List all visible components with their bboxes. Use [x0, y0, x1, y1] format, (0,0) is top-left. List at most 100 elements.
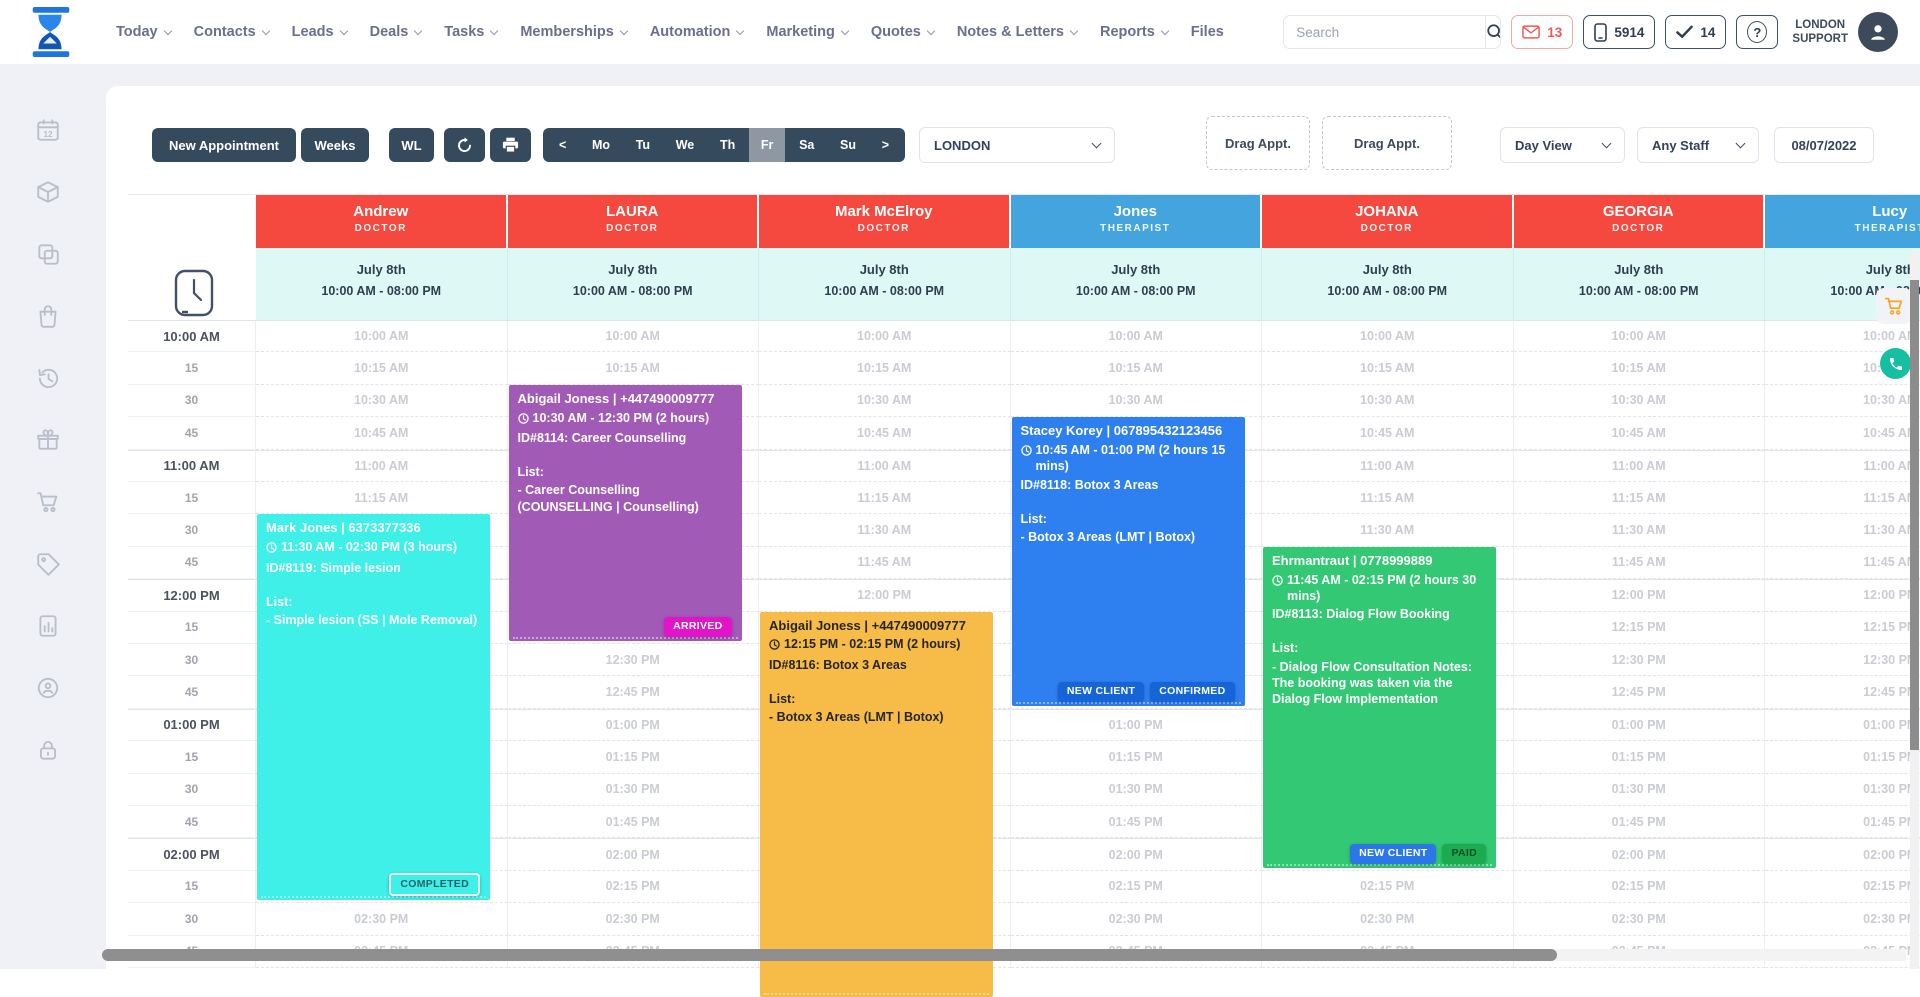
- nav-item-tasks[interactable]: Tasks: [444, 24, 497, 40]
- slot-cell[interactable]: 01:45 PM: [1011, 806, 1263, 838]
- slot-cell[interactable]: 10:45 AM: [1514, 417, 1766, 449]
- print-button[interactable]: [490, 128, 531, 162]
- appointment-block-5[interactable]: Ehrmantraut | 077899988911:45 AM - 02:15…: [1263, 547, 1496, 868]
- slot-cell[interactable]: 10:45 AM: [759, 417, 1011, 449]
- day-button-tu[interactable]: Tu: [624, 128, 662, 162]
- avatar[interactable]: [1858, 12, 1898, 52]
- slot-cell[interactable]: 10:00 AM: [1514, 320, 1766, 352]
- sidebar-lock-icon[interactable]: [35, 737, 61, 763]
- tasks-done-button[interactable]: 14: [1665, 15, 1726, 49]
- weeks-button[interactable]: Weeks: [301, 128, 369, 162]
- slot-cell[interactable]: 12:00 PM: [1514, 579, 1766, 611]
- slot-cell[interactable]: 01:45 PM: [1514, 806, 1766, 838]
- slot-cell[interactable]: 01:15 PM: [1765, 741, 1920, 773]
- next-day-button[interactable]: >: [870, 128, 901, 162]
- slot-cell[interactable]: 10:15 AM: [759, 352, 1011, 384]
- slot-cell[interactable]: 01:15 PM: [1514, 741, 1766, 773]
- nav-item-marketing[interactable]: Marketing: [766, 24, 848, 40]
- slot-cell[interactable]: 02:30 PM: [508, 903, 760, 935]
- day-button-th[interactable]: Th: [708, 128, 747, 162]
- slot-cell[interactable]: 10:45 AM: [1262, 417, 1514, 449]
- drag-appointment-slot-2[interactable]: Drag Appt.: [1322, 116, 1452, 170]
- date-input[interactable]: 08/07/2022: [1774, 127, 1874, 163]
- slot-cell[interactable]: 11:30 AM: [1765, 514, 1920, 546]
- slot-cell[interactable]: 11:00 AM: [1262, 450, 1514, 482]
- slot-cell[interactable]: 01:00 PM: [508, 709, 760, 741]
- new-appointment-button[interactable]: New Appointment: [152, 128, 296, 162]
- day-button-we[interactable]: We: [664, 128, 707, 162]
- sidebar-copy-icon[interactable]: [35, 241, 61, 267]
- slot-cell[interactable]: 02:15 PM: [508, 871, 760, 903]
- slot-cell[interactable]: 12:00 PM: [1765, 579, 1920, 611]
- horizontal-scrollbar-thumb[interactable]: [102, 949, 1557, 961]
- slot-cell[interactable]: 12:00 PM: [759, 579, 1011, 611]
- slot-cell[interactable]: 11:30 AM: [1262, 514, 1514, 546]
- slot-cell[interactable]: 11:45 AM: [1514, 547, 1766, 579]
- slot-cell[interactable]: 01:30 PM: [508, 774, 760, 806]
- slot-cell[interactable]: 10:30 AM: [759, 385, 1011, 417]
- appointment-block-2[interactable]: Abigail Joness | +44749000977710:30 AM -…: [509, 385, 742, 641]
- slot-cell[interactable]: 01:45 PM: [508, 806, 760, 838]
- slot-cell[interactable]: 01:45 PM: [1765, 806, 1920, 838]
- slot-cell[interactable]: 02:00 PM: [508, 838, 760, 870]
- slot-cell[interactable]: 11:00 AM: [759, 450, 1011, 482]
- slot-cell[interactable]: 10:30 AM: [1514, 385, 1766, 417]
- slot-cell[interactable]: 10:00 AM: [256, 320, 508, 352]
- sidebar-gift-icon[interactable]: [35, 427, 61, 453]
- slot-cell[interactable]: 10:30 AM: [1765, 385, 1920, 417]
- cart-button[interactable]: [1876, 288, 1912, 324]
- slot-cell[interactable]: 01:15 PM: [508, 741, 760, 773]
- slot-cell[interactable]: 02:15 PM: [1514, 871, 1766, 903]
- slot-cell[interactable]: 12:15 PM: [1514, 612, 1766, 644]
- slot-cell[interactable]: 12:30 PM: [1765, 644, 1920, 676]
- slot-cell[interactable]: 02:15 PM: [1011, 871, 1263, 903]
- app-logo[interactable]: [26, 7, 76, 57]
- slot-cell[interactable]: 10:30 AM: [1011, 385, 1263, 417]
- appointment-block-3[interactable]: Abigail Joness | +44749000977712:15 PM -…: [760, 612, 993, 997]
- nav-item-deals[interactable]: Deals: [370, 24, 422, 40]
- sidebar-tag-icon[interactable]: [35, 551, 61, 577]
- slot-cell[interactable]: 02:00 PM: [1765, 838, 1920, 870]
- help-button[interactable]: ?: [1736, 15, 1778, 49]
- slot-cell[interactable]: 10:00 AM: [759, 320, 1011, 352]
- slot-cell[interactable]: 02:15 PM: [1765, 871, 1920, 903]
- slot-cell[interactable]: 02:30 PM: [256, 903, 508, 935]
- slot-cell[interactable]: 10:00 AM: [508, 320, 760, 352]
- slot-cell[interactable]: 11:00 AM: [1765, 450, 1920, 482]
- slot-cell[interactable]: 11:45 AM: [1765, 547, 1920, 579]
- slot-cell[interactable]: 11:45 AM: [759, 547, 1011, 579]
- view-select[interactable]: Day View: [1500, 127, 1625, 163]
- sidebar-cart-icon[interactable]: [35, 489, 61, 515]
- day-button-fr[interactable]: Fr: [749, 128, 786, 162]
- nav-item-memberships[interactable]: Memberships: [520, 24, 626, 40]
- slot-cell[interactable]: 12:45 PM: [508, 676, 760, 708]
- slot-cell[interactable]: 10:30 AM: [256, 385, 508, 417]
- appointment-block-4[interactable]: Stacey Korey | 06789543212345610:45 AM -…: [1012, 417, 1245, 706]
- nav-item-files[interactable]: Files: [1191, 24, 1224, 40]
- slot-cell[interactable]: 10:30 AM: [1262, 385, 1514, 417]
- nav-item-automation[interactable]: Automation: [650, 24, 744, 40]
- nav-item-notes-letters[interactable]: Notes & Letters: [957, 24, 1077, 40]
- slot-cell[interactable]: 11:15 AM: [1262, 482, 1514, 514]
- slot-cell[interactable]: 11:15 AM: [256, 482, 508, 514]
- day-button-su[interactable]: Su: [828, 128, 868, 162]
- slot-cell[interactable]: 02:30 PM: [1514, 903, 1766, 935]
- slot-cell[interactable]: 01:15 PM: [1011, 741, 1263, 773]
- slot-cell[interactable]: 01:00 PM: [1514, 709, 1766, 741]
- slot-cell[interactable]: 11:00 AM: [1514, 450, 1766, 482]
- slot-cell[interactable]: 10:00 AM: [1262, 320, 1514, 352]
- slot-cell[interactable]: 12:15 PM: [1765, 612, 1920, 644]
- sidebar-bag-icon[interactable]: [35, 303, 61, 329]
- slot-cell[interactable]: 10:15 AM: [508, 352, 760, 384]
- phone-notifications-button[interactable]: 5914: [1583, 15, 1655, 49]
- call-button[interactable]: [1880, 348, 1911, 379]
- drag-appointment-slot-1[interactable]: Drag Appt.: [1206, 116, 1310, 170]
- slot-cell[interactable]: 12:45 PM: [1765, 676, 1920, 708]
- slot-cell[interactable]: 02:00 PM: [1514, 838, 1766, 870]
- slot-cell[interactable]: 10:15 AM: [1011, 352, 1263, 384]
- slot-cell[interactable]: 12:30 PM: [1514, 644, 1766, 676]
- slot-cell[interactable]: 10:15 AM: [1262, 352, 1514, 384]
- slot-cell[interactable]: 01:30 PM: [1011, 774, 1263, 806]
- slot-cell[interactable]: 02:30 PM: [1765, 903, 1920, 935]
- slot-cell[interactable]: 10:15 AM: [256, 352, 508, 384]
